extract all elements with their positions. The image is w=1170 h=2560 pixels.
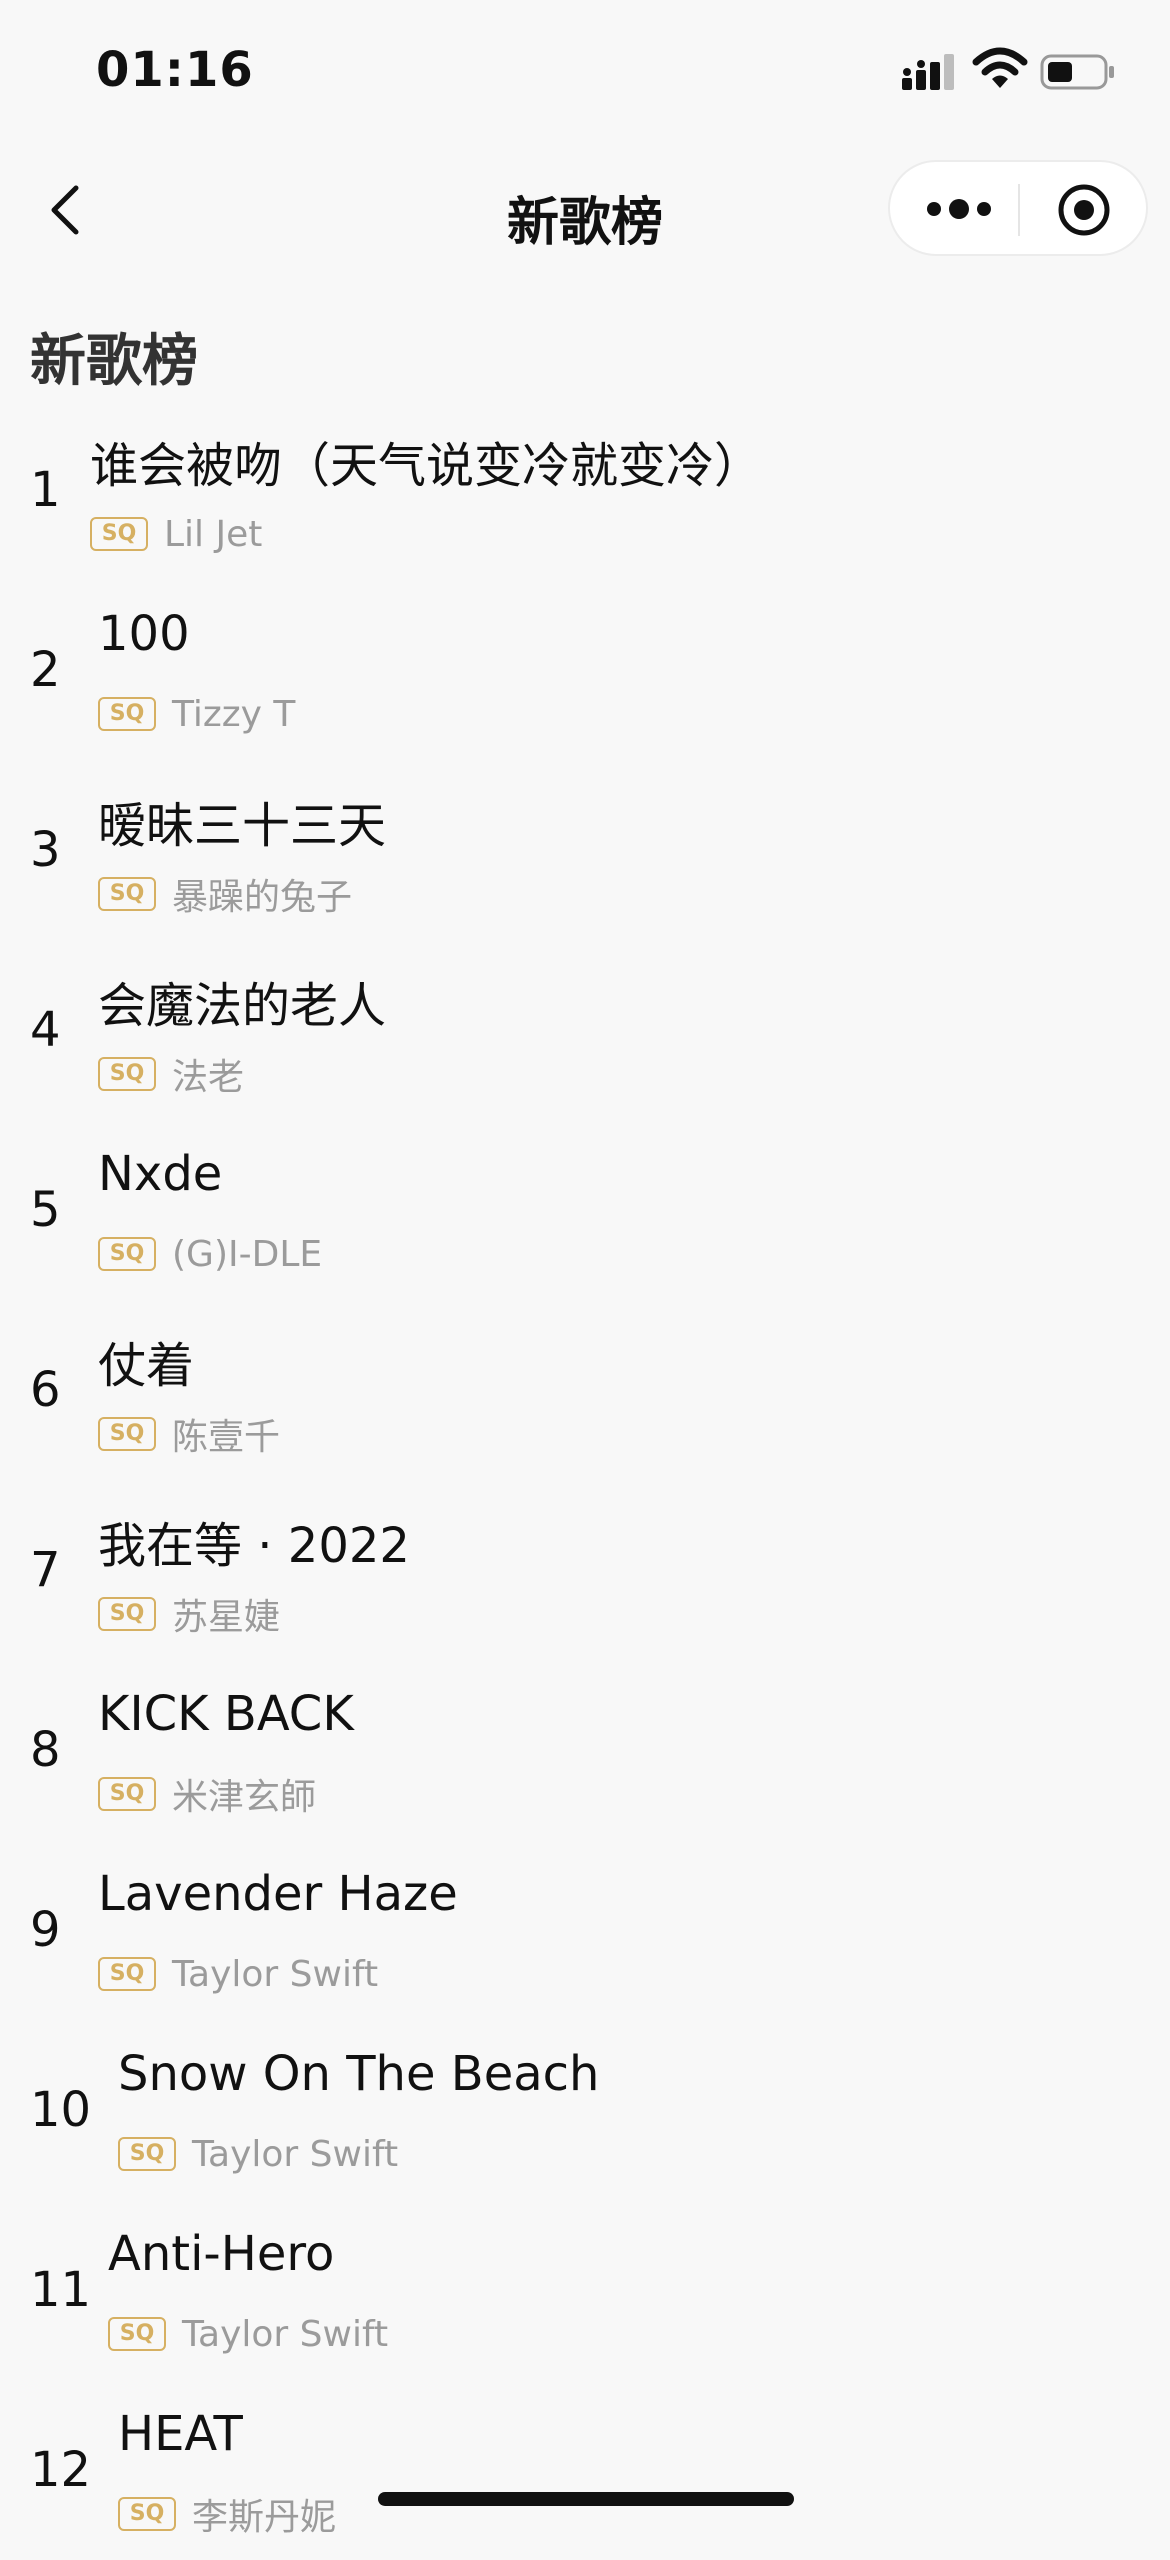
song-artist: 米津玄師 (172, 1777, 317, 1818)
song-row[interactable]: 10 Snow On The Beach SQ Taylor Swift (0, 2020, 1170, 2200)
song-rank: 7 (30, 1542, 61, 1598)
song-rank: 10 (30, 2082, 92, 2138)
song-rank: 12 (30, 2442, 92, 2498)
more-dots-icon[interactable] (924, 184, 994, 234)
sq-badge: SQ (118, 2497, 176, 2531)
sq-badge: SQ (98, 877, 156, 911)
song-artist: Taylor Swift (192, 2133, 399, 2175)
song-list: 1 谁会被吻（天气说变冷就变冷） SQ Lil Jet 2 100 SQ Tiz… (0, 400, 1170, 2560)
song-title: Anti-Hero (108, 2226, 335, 2282)
song-row[interactable]: 11 Anti-Hero SQ Taylor Swift (0, 2200, 1170, 2380)
mini-program-capsule (888, 160, 1148, 256)
song-title: HEAT (118, 2406, 243, 2462)
song-meta: SQ 米津玄師 (98, 1772, 316, 1818)
song-artist: Taylor Swift (182, 2313, 389, 2355)
song-title: 仗着 (98, 1338, 195, 1394)
song-title: Lavender Haze (98, 1866, 458, 1922)
song-rank: 9 (30, 1902, 61, 1958)
sq-badge: SQ (98, 1957, 156, 1991)
sq-badge: SQ (98, 697, 156, 731)
song-title: Nxde (98, 1146, 223, 1202)
song-rank: 4 (30, 1002, 61, 1058)
song-row[interactable]: 2 100 SQ Tizzy T (0, 580, 1170, 760)
song-title: Snow On The Beach (118, 2046, 600, 2102)
sq-badge: SQ (108, 2317, 166, 2351)
song-row[interactable]: 8 KICK BACK SQ 米津玄師 (0, 1660, 1170, 1840)
song-artist: 陈壹千 (172, 1417, 281, 1458)
song-row[interactable]: 1 谁会被吻（天气说变冷就变冷） SQ Lil Jet (0, 400, 1170, 580)
capsule-divider (1018, 184, 1020, 236)
song-rank: 8 (30, 1722, 61, 1778)
song-row[interactable]: 4 会魔法的老人 SQ 法老 (0, 940, 1170, 1120)
song-artist: 暴躁的兔子 (172, 877, 353, 918)
sq-badge: SQ (98, 1597, 156, 1631)
song-meta: SQ Taylor Swift (108, 2312, 388, 2356)
song-row[interactable]: 12 HEAT SQ 李斯丹妮 (0, 2380, 1170, 2560)
song-rank: 3 (30, 822, 61, 878)
song-row[interactable]: 6 仗着 SQ 陈壹千 (0, 1300, 1170, 1480)
song-artist: Tizzy T (172, 693, 296, 735)
song-artist: 法老 (172, 1057, 245, 1098)
sq-badge: SQ (98, 1237, 156, 1271)
sq-badge: SQ (98, 1417, 156, 1451)
song-title: 100 (98, 606, 190, 662)
song-rank: 11 (30, 2262, 92, 2318)
song-meta: SQ Taylor Swift (118, 2132, 398, 2176)
song-rank: 5 (30, 1182, 61, 1238)
song-meta: SQ Tizzy T (98, 692, 295, 736)
song-artist: 李斯丹妮 (192, 2497, 337, 2538)
wifi-icon (972, 47, 1028, 88)
song-meta: SQ 陈壹千 (98, 1412, 280, 1458)
target-circle-icon[interactable] (1056, 182, 1112, 238)
song-artist: (G)I-DLE (172, 1233, 323, 1275)
status-bar: 01:16 (0, 0, 1170, 140)
song-meta: SQ Lil Jet (90, 512, 262, 556)
section-title: 新歌榜 (30, 329, 198, 394)
song-row[interactable]: 9 Lavender Haze SQ Taylor Swift (0, 1840, 1170, 2020)
song-title: 暧昧三十三天 (98, 798, 387, 854)
sq-badge: SQ (98, 1777, 156, 1811)
battery-icon (1040, 54, 1114, 90)
song-meta: SQ 李斯丹妮 (118, 2492, 336, 2538)
song-meta: SQ Taylor Swift (98, 1952, 378, 1996)
sq-badge: SQ (98, 1057, 156, 1091)
song-row[interactable]: 3 暧昧三十三天 SQ 暴躁的兔子 (0, 760, 1170, 940)
song-title: KICK BACK (98, 1686, 354, 1742)
sq-badge: SQ (118, 2137, 176, 2171)
home-indicator[interactable] (378, 2492, 794, 2506)
song-rank: 1 (30, 462, 61, 518)
signal-icon (902, 54, 954, 90)
song-meta: SQ (G)I-DLE (98, 1232, 322, 1276)
song-rank: 2 (30, 642, 61, 698)
song-title: 会魔法的老人 (98, 978, 387, 1034)
song-row[interactable]: 7 我在等 · 2022 SQ 苏星婕 (0, 1480, 1170, 1660)
status-time: 01:16 (96, 42, 254, 98)
song-artist: 苏星婕 (172, 1597, 281, 1638)
song-title: 我在等 · 2022 (98, 1518, 410, 1574)
song-meta: SQ 苏星婕 (98, 1592, 280, 1638)
song-row[interactable]: 5 Nxde SQ (G)I-DLE (0, 1120, 1170, 1300)
song-artist: Lil Jet (164, 513, 263, 555)
song-artist: Taylor Swift (172, 1953, 379, 1995)
song-meta: SQ 暴躁的兔子 (98, 872, 352, 918)
song-title: 谁会被吻（天气说变冷就变冷） (90, 438, 763, 494)
song-meta: SQ 法老 (98, 1052, 244, 1098)
sq-badge: SQ (90, 517, 148, 551)
song-rank: 6 (30, 1362, 61, 1418)
navigation-bar: 新歌榜 (0, 140, 1170, 280)
